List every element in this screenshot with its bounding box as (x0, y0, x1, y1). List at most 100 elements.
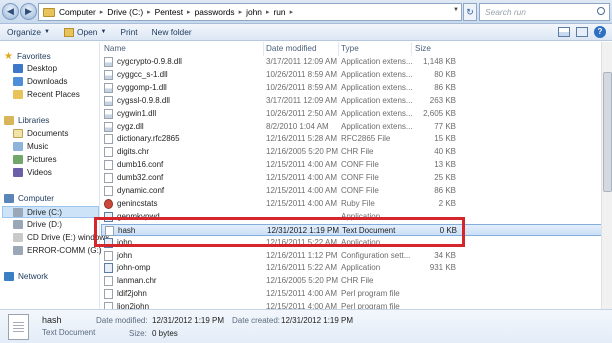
file-row[interactable]: cygz.dll 8/2/2010 1:04 AM Application exte… (101, 121, 612, 133)
file-icon (104, 57, 113, 67)
print-button[interactable]: Print (113, 27, 144, 37)
details-modified-label: Date modified: (96, 316, 148, 325)
breadcrumb: Computer ▸ Drive (C:) ▸ Pentest ▸ passwords… (59, 7, 294, 17)
file-row[interactable]: dumb16.conf 12/15/2011 4:00 AM CONF File 13… (101, 159, 612, 171)
file-icon (104, 147, 113, 158)
documents-icon (13, 129, 23, 138)
file-row[interactable]: john 12/16/2011 1:12 PM Configuration sett… (101, 250, 612, 262)
vertical-scrollbar[interactable] (601, 42, 612, 309)
file-size: 15 KB (434, 134, 456, 144)
nav-libraries[interactable]: Libraries (4, 116, 49, 125)
file-icon (104, 302, 113, 309)
column-size[interactable]: Size (415, 44, 431, 53)
file-date-modified: 12/16/2005 5:20 PM (266, 276, 339, 286)
breadcrumb-item[interactable]: john (246, 7, 262, 17)
nav-recent-places[interactable]: Recent Places (13, 90, 80, 99)
file-row[interactable]: ldif2john 12/15/2011 4:00 AM Perl program … (101, 288, 612, 300)
breadcrumb-item[interactable]: passwords (195, 7, 235, 17)
pictures-icon (13, 155, 23, 164)
breadcrumb-item[interactable]: run (273, 7, 285, 17)
star-icon: ★ (4, 51, 13, 62)
breadcrumb-item[interactable]: Pentest (155, 7, 183, 17)
file-type: CONF File (341, 173, 379, 183)
chevron-down-icon[interactable]: ▼ (453, 7, 459, 13)
preview-pane-icon[interactable] (576, 27, 588, 37)
open-button[interactable]: Open ▼ (57, 27, 113, 37)
nav-network[interactable]: Network (4, 272, 48, 281)
details-size-value: 0 bytes (152, 329, 178, 338)
organize-label: Organize (7, 27, 41, 37)
organize-menu[interactable]: Organize ▼ (0, 27, 57, 37)
nav-label: Network (18, 272, 49, 281)
breadcrumb-item[interactable]: Computer (59, 7, 96, 17)
nav-pictures[interactable]: Pictures (13, 155, 57, 164)
nav-documents[interactable]: Documents (13, 129, 68, 138)
nav-computer[interactable]: Computer (4, 194, 54, 203)
file-name: cyggomp-1.dll (117, 82, 167, 92)
file-date-modified: 12/16/2005 5:20 PM (266, 147, 339, 157)
search-placeholder: Search run (485, 7, 526, 17)
change-view-icon[interactable] (558, 27, 570, 37)
file-row[interactable]: dictionary.rfc2865 12/16/2011 5:28 AM RFC2… (101, 133, 612, 145)
details-modified-value: 12/31/2012 1:19 PM (152, 316, 225, 325)
back-button[interactable]: ◀ (2, 3, 19, 20)
drive-icon (13, 207, 23, 217)
file-type: CONF File (341, 160, 379, 170)
file-name: cygz.dll (117, 121, 144, 131)
nav-label: Drive (C:) (27, 207, 63, 217)
file-icon (104, 263, 113, 274)
file-row[interactable]: dumb32.conf 12/15/2011 4:00 AM CONF File 25… (101, 172, 612, 184)
file-size: 2 KB (438, 198, 456, 208)
details-file-name: hash (42, 315, 62, 325)
file-name: dictionary.rfc2865 (117, 134, 180, 144)
file-row[interactable]: lion2john 12/15/2011 4:00 AM Perl program … (101, 301, 612, 309)
column-date-modified[interactable]: Date modified (266, 44, 317, 53)
file-row[interactable]: dynamic.conf 12/15/2011 4:00 AM CONF File 8… (101, 185, 612, 197)
recent-places-icon (13, 90, 23, 99)
nav-error-comm[interactable]: ERROR-COMM (G:) (13, 246, 102, 255)
file-row[interactable]: genincstats 12/15/2011 4:00 AM Ruby File 2 … (101, 198, 612, 210)
file-date-modified: 12/16/2011 5:28 AM (266, 134, 338, 144)
file-row[interactable]: cyggomp-1.dll 10/26/2011 8:59 AM Applicati… (101, 82, 612, 94)
new-folder-button[interactable]: New folder (145, 27, 199, 37)
help-icon[interactable]: ? (594, 26, 606, 38)
nav-music[interactable]: Music (13, 142, 48, 151)
file-row[interactable]: cyggcc_s-1.dll 10/26/2011 8:59 AM Applicat… (101, 69, 612, 81)
file-row[interactable]: cygcrypto-0.9.8.dll 3/17/2011 12:09 AM App… (101, 56, 612, 68)
file-name: lion2john (117, 302, 150, 309)
file-row[interactable]: john-omp 12/16/2011 5:22 AM Application 931… (101, 262, 612, 274)
file-date-modified: 10/26/2011 8:59 AM (266, 82, 338, 92)
file-type: CONF File (341, 186, 379, 195)
forward-button[interactable]: ▶ (20, 3, 37, 20)
file-type: CHR File (341, 276, 374, 286)
address-bar[interactable]: Computer ▸ Drive (C:) ▸ Pentest ▸ passwords… (38, 3, 462, 21)
column-type[interactable]: Type (341, 44, 359, 53)
file-date-modified: 12/15/2011 4:00 AM (266, 173, 338, 183)
file-row[interactable]: cygssl-0.9.8.dll 3/17/2011 12:09 AM Applic… (101, 95, 612, 107)
file-icon (104, 276, 113, 287)
file-icon (104, 108, 113, 119)
details-file-type: Text Document (42, 328, 96, 337)
file-row[interactable]: cygwin1.dll 10/26/2011 2:50 AM Application… (101, 108, 612, 120)
file-icon (104, 160, 113, 171)
column-name[interactable]: Name (104, 44, 126, 53)
breadcrumb-item[interactable]: Drive (C:) (107, 7, 143, 17)
nav-drive-d[interactable]: Drive (D:) (13, 220, 62, 229)
search-input[interactable]: Search run (479, 3, 610, 21)
text-document-icon (8, 314, 29, 340)
nav-desktop[interactable]: Desktop (13, 64, 57, 73)
file-icon (104, 250, 113, 261)
refresh-button[interactable]: ↻ (463, 3, 477, 21)
file-date-modified: 12/16/2011 5:22 AM (266, 263, 338, 273)
file-row[interactable]: digits.chr 12/16/2005 5:20 PM CHR File 40 K… (101, 146, 612, 158)
music-icon (13, 142, 23, 151)
file-size: 34 KB (434, 250, 456, 260)
file-name: cyggcc_s-1.dll (117, 69, 168, 79)
nav-videos[interactable]: Videos (13, 168, 52, 177)
nav-drive-c[interactable]: Drive (C:) (2, 206, 99, 218)
nav-downloads[interactable]: Downloads (13, 77, 68, 86)
file-row[interactable]: lanman.chr 12/16/2005 5:20 PM CHR File (101, 275, 612, 287)
nav-favorites[interactable]: ★ Favorites (4, 51, 51, 62)
scrollbar-thumb[interactable] (603, 72, 612, 192)
file-name: dumb16.conf (117, 160, 164, 170)
